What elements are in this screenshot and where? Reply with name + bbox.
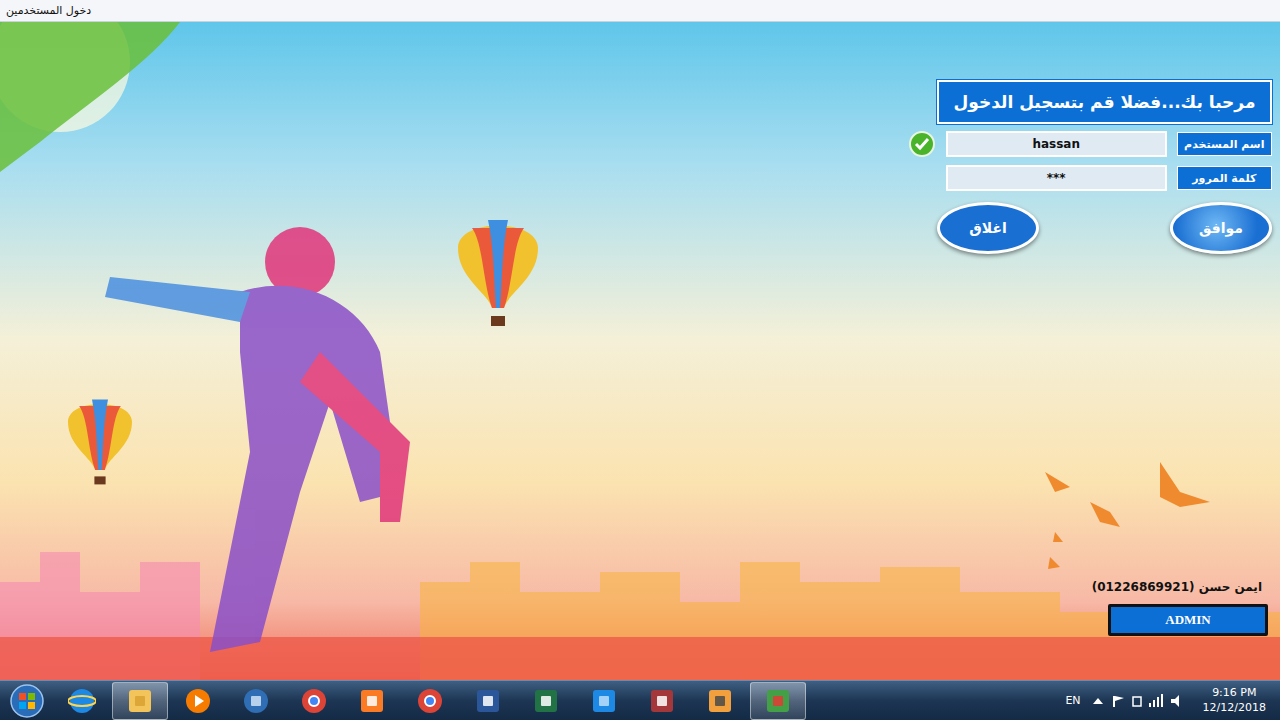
capture-icon [590,687,618,715]
field-label: كلمة المرور [1177,166,1272,190]
credit-text: ايمن حسن (01226869921) [1092,580,1268,594]
swirl-icon [242,687,270,715]
cube-icon [764,687,792,715]
balloon-icon [458,220,538,326]
chrome-icon [416,687,444,715]
ie-icon [68,687,96,715]
login-row: اسم المستخدم hassan [908,130,1272,158]
language-indicator[interactable]: EN [1065,694,1080,707]
taskbar-app[interactable] [750,682,806,720]
sublime-icon [706,687,734,715]
clock-time: 9:16 PM [1212,686,1256,700]
window-title: دخول المستخدمين [6,4,91,17]
dancer-silhouette [105,227,410,652]
xampp-icon [358,687,386,715]
chrome-icon [300,687,328,715]
start-button[interactable] [0,681,54,720]
oval-button[interactable]: موافق [1170,202,1272,254]
windows-logo-icon [10,684,44,718]
title-bar: دخول المستخدمين [0,0,1280,22]
clock[interactable]: 9:16 PM12/12/2018 [1197,686,1272,715]
screen: دخول المستخدمين مرحبا بك...فضلا قم بتسجيل… [0,0,1280,720]
taskbar-app[interactable] [576,682,632,720]
button-row: موافق اغلاق [937,202,1272,254]
check-icon [909,131,935,157]
validation-slot [908,164,936,192]
excel-icon [532,687,560,715]
login-heading: مرحبا بك...فضلا قم بتسجيل الدخول [937,80,1272,124]
taskbar-app[interactable] [634,682,690,720]
birds-icon [1045,462,1210,569]
taskbar-app[interactable] [170,682,226,720]
taskbar-app[interactable] [286,682,342,720]
taskbar-app[interactable] [344,682,400,720]
taskbar-app[interactable] [460,682,516,720]
word-icon [474,687,502,715]
clock-date: 12/12/2018 [1203,701,1266,715]
login-form: مرحبا بك...فضلا قم بتسجيل الدخول اسم المس… [0,22,1280,680]
footer: ايمن حسن (01226869921) ADMIN [1092,580,1272,636]
validation-slot [908,130,936,158]
taskbar-app[interactable] [402,682,458,720]
taskbar-app[interactable] [518,682,574,720]
tray-icons-icon[interactable] [1091,693,1187,709]
taskbar-app[interactable] [228,682,284,720]
taskbar: EN 9:16 PM12/12/2018 [0,680,1280,720]
taskbar-app[interactable] [54,682,110,720]
input-field[interactable]: hassan [946,131,1167,157]
media-icon [184,687,212,715]
field-label: اسم المستخدم [1177,132,1272,156]
taskbar-app[interactable] [112,682,168,720]
explorer-icon [126,687,154,715]
input-field[interactable]: *** [946,165,1167,191]
system-tray: EN 9:16 PM12/12/2018 [1065,686,1272,715]
oval-button[interactable]: اغلاق [937,202,1039,254]
login-panel: مرحبا بك...فضلا قم بتسجيل الدخول اسم المس… [908,80,1272,254]
admin-button[interactable]: ADMIN [1108,604,1268,636]
access-icon [648,687,676,715]
taskbar-app[interactable] [692,682,748,720]
balloon-icon [68,400,132,485]
login-row: كلمة المرور *** [908,164,1272,192]
